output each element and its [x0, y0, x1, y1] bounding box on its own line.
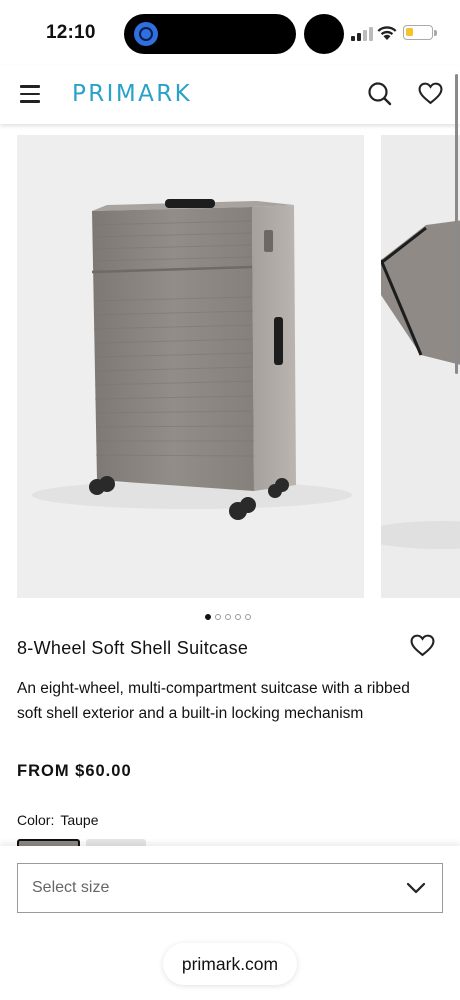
pagination-dot[interactable]	[245, 614, 251, 620]
chevron-down-icon	[406, 882, 426, 894]
suitcase-image	[32, 199, 352, 520]
product-image-gallery[interactable]	[0, 135, 460, 598]
status-time: 12:10	[46, 22, 96, 43]
status-bar: 12:10	[0, 0, 460, 66]
search-icon[interactable]	[367, 81, 393, 107]
product-price: FROM $60.00	[17, 762, 132, 780]
browser-url-bar[interactable]: primark.com	[163, 943, 297, 985]
size-select-placeholder: Select size	[32, 879, 110, 896]
pagination-dot[interactable]	[205, 614, 211, 620]
scroll-indicator	[455, 74, 458, 374]
gallery-pagination[interactable]	[205, 614, 251, 620]
hamburger-menu-icon[interactable]	[20, 85, 40, 103]
add-to-wishlist-heart-icon[interactable]	[410, 634, 435, 657]
wishlist-heart-icon[interactable]	[418, 82, 443, 105]
primark-logo[interactable]: PRIMARK	[72, 81, 192, 107]
color-label: Color: Taupe	[17, 812, 99, 828]
color-label-prefix: Color:	[17, 812, 55, 828]
color-value: Taupe	[60, 812, 99, 828]
signal-icon	[351, 27, 373, 41]
activity-icon	[134, 22, 158, 46]
camera-cutout	[304, 14, 344, 54]
pagination-dot[interactable]	[235, 614, 241, 620]
wifi-icon	[377, 26, 397, 40]
size-select-dropdown[interactable]: Select size	[17, 863, 443, 913]
battery-icon	[403, 25, 433, 40]
dynamic-island	[124, 14, 296, 54]
product-title: 8-Wheel Soft Shell Suitcase	[17, 638, 249, 658]
product-image-main[interactable]	[17, 135, 364, 598]
product-image-next[interactable]	[361, 135, 460, 598]
pagination-dot[interactable]	[215, 614, 221, 620]
site-header: PRIMARK	[0, 66, 460, 124]
pagination-dot[interactable]	[225, 614, 231, 620]
product-description: An eight-wheel, multi-compartment suitca…	[17, 680, 410, 722]
